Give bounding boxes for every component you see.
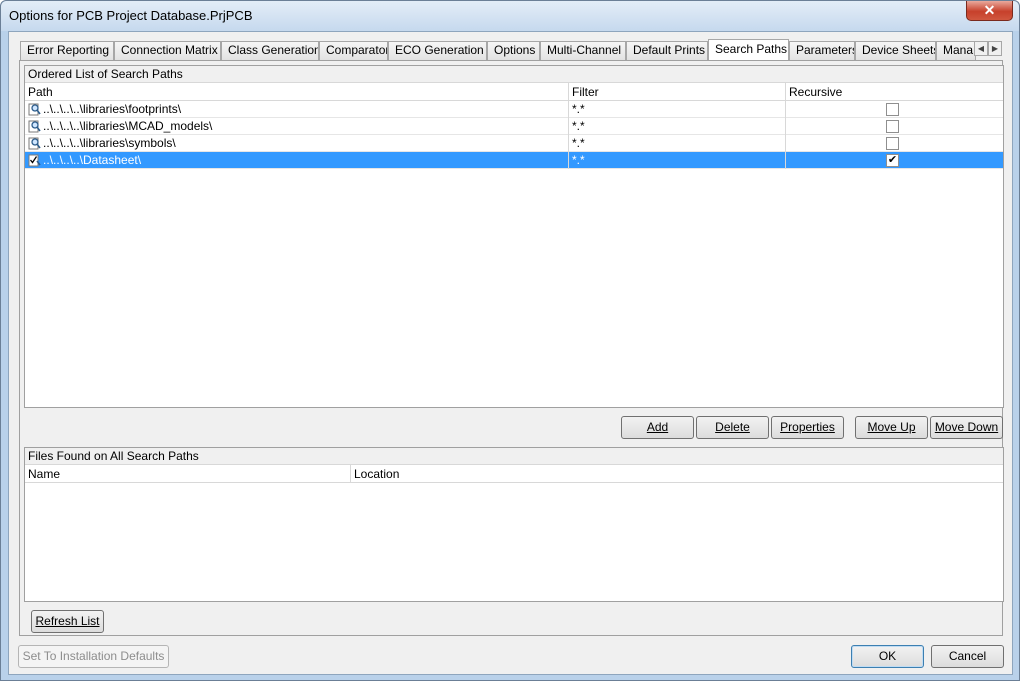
- properties-button[interactable]: Properties: [771, 416, 844, 439]
- recursive-checkbox[interactable]: [886, 120, 899, 133]
- search-paths-group: Ordered List of Search Paths Path Filter…: [24, 65, 1004, 408]
- filter-cell[interactable]: *.*: [568, 118, 785, 135]
- files-found-group-title: Files Found on All Search Paths: [25, 448, 1003, 465]
- column-filter[interactable]: Filter: [568, 83, 785, 101]
- close-button[interactable]: ✕: [966, 1, 1013, 21]
- tab-class-generation[interactable]: Class Generation: [221, 41, 319, 60]
- cancel-button[interactable]: Cancel: [931, 645, 1004, 668]
- search-paths-group-title: Ordered List of Search Paths: [25, 66, 1003, 83]
- tab-default-prints[interactable]: Default Prints: [626, 41, 708, 60]
- search-path-row[interactable]: ..\..\..\..\libraries\footprints\ *.*: [25, 101, 1003, 118]
- refresh-list-button[interactable]: Refresh List: [31, 610, 104, 633]
- tab-error-reporting[interactable]: Error Reporting: [20, 41, 114, 60]
- files-found-button-bar: Refresh List: [24, 603, 1004, 637]
- filter-cell[interactable]: *.*: [568, 101, 785, 118]
- search-paths-button-bar: Add Delete Properties Move Up Move Down: [24, 410, 1004, 446]
- move-down-button[interactable]: Move Down: [930, 416, 1003, 439]
- move-down-button-label: Move Down: [934, 420, 999, 434]
- recursive-checkbox-checked[interactable]: ✔: [886, 154, 899, 167]
- search-path-icon: [28, 120, 41, 133]
- tab-scroll-right-icon[interactable]: ▶: [988, 41, 1002, 56]
- delete-button-label: Delete: [715, 420, 750, 434]
- delete-button[interactable]: Delete: [696, 416, 769, 439]
- path-cell[interactable]: ..\..\..\..\libraries\MCAD_models\: [28, 118, 568, 135]
- search-path-row[interactable]: ..\..\..\..\libraries\MCAD_models\ *.*: [25, 118, 1003, 135]
- move-up-button-label: Move Up: [867, 420, 916, 434]
- tab-options[interactable]: Options: [487, 41, 540, 60]
- options-dialog: Options for PCB Project Database.PrjPCB …: [0, 0, 1020, 681]
- column-recursive[interactable]: Recursive: [785, 83, 1003, 101]
- column-name[interactable]: Name: [25, 465, 350, 483]
- path-cell[interactable]: ..\..\..\..\Datasheet\: [28, 152, 568, 169]
- add-button[interactable]: Add: [621, 416, 694, 439]
- files-found-column-header: Name Location: [25, 465, 1003, 483]
- recursive-checkbox[interactable]: [886, 103, 899, 116]
- search-paths-column-header: Path Filter Recursive: [25, 83, 1003, 101]
- recursive-cell: [785, 118, 1003, 135]
- dialog-footer: Set To Installation Defaults OK Cancel: [9, 636, 1012, 676]
- path-value: ..\..\..\..\libraries\MCAD_models\: [43, 119, 213, 133]
- title-bar[interactable]: Options for PCB Project Database.PrjPCB …: [1, 1, 1019, 31]
- recursive-cell: [785, 135, 1003, 152]
- close-icon: ✕: [983, 2, 996, 18]
- search-path-icon: [28, 154, 41, 167]
- add-button-label: Add: [646, 420, 669, 434]
- tab-parameters[interactable]: Parameters: [789, 41, 855, 60]
- column-location[interactable]: Location: [350, 465, 1003, 483]
- filter-cell[interactable]: *.*: [568, 152, 785, 169]
- path-value: ..\..\..\..\libraries\symbols\: [43, 136, 176, 150]
- recursive-cell: ✔: [785, 152, 1003, 169]
- tab-search-paths[interactable]: Search Paths: [708, 39, 789, 60]
- tab-comparator[interactable]: Comparator: [319, 41, 388, 60]
- path-cell[interactable]: ..\..\..\..\libraries\symbols\: [28, 135, 568, 152]
- recursive-cell: [785, 101, 1003, 118]
- filter-cell[interactable]: *.*: [568, 135, 785, 152]
- path-value: ..\..\..\..\Datasheet\: [43, 153, 142, 167]
- column-path[interactable]: Path: [25, 83, 568, 101]
- path-cell[interactable]: ..\..\..\..\libraries\footprints\: [28, 101, 568, 118]
- search-path-row-selected[interactable]: ..\..\..\..\Datasheet\ *.* ✔: [25, 152, 1003, 169]
- tab-scroll-left-icon[interactable]: ◀: [974, 41, 988, 56]
- ok-button[interactable]: OK: [851, 645, 924, 668]
- refresh-list-button-label: Refresh List: [35, 614, 100, 628]
- tab-connection-matrix[interactable]: Connection Matrix: [114, 41, 221, 60]
- search-paths-panel: Ordered List of Search Paths Path Filter…: [19, 60, 1004, 637]
- recursive-checkbox[interactable]: [886, 137, 899, 150]
- properties-button-label: Properties: [780, 420, 835, 434]
- tab-eco-generation[interactable]: ECO Generation: [388, 41, 487, 60]
- set-to-installation-defaults-button[interactable]: Set To Installation Defaults: [18, 645, 169, 668]
- tab-multi-channel[interactable]: Multi-Channel: [540, 41, 626, 60]
- search-path-row[interactable]: ..\..\..\..\libraries\symbols\ *.*: [25, 135, 1003, 152]
- search-path-icon: [28, 137, 41, 150]
- search-path-icon: [28, 103, 41, 116]
- tab-device-sheets[interactable]: Device Sheets: [855, 41, 936, 60]
- files-found-group: Files Found on All Search Paths Name Loc…: [24, 447, 1004, 602]
- tab-strip: Error Reporting Connection Matrix Class …: [20, 39, 1000, 60]
- window-title: Options for PCB Project Database.PrjPCB: [9, 8, 253, 23]
- path-value: ..\..\..\..\libraries\footprints\: [43, 102, 182, 116]
- move-up-button[interactable]: Move Up: [855, 416, 928, 439]
- dialog-body: Error Reporting Connection Matrix Class …: [8, 31, 1013, 675]
- tab-management[interactable]: Mana: [936, 41, 976, 60]
